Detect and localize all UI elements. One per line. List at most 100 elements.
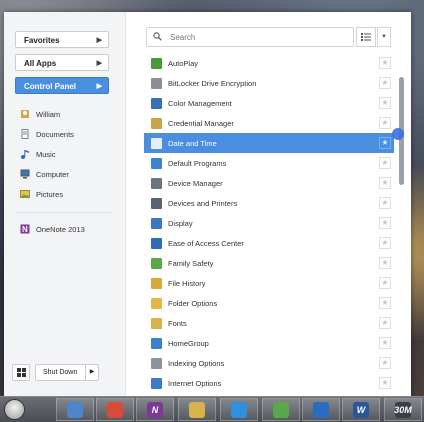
place-pictures[interactable]: Pictures	[20, 187, 63, 201]
pin-star-icon[interactable]: ★	[379, 177, 391, 189]
control-panel-item-icon	[151, 237, 162, 249]
computer-icon	[20, 169, 30, 179]
view-toggle-button[interactable]	[356, 27, 376, 47]
control-panel-item-icon	[151, 77, 162, 89]
control-panel-item[interactable]: Folder Options ★	[144, 293, 394, 313]
control-panel-button[interactable]: Control Panel ▶	[15, 77, 109, 94]
file-explorer-app[interactable]	[56, 398, 94, 421]
pin-star-icon[interactable]: ★	[379, 117, 391, 129]
control-panel-item-icon	[151, 97, 162, 109]
place-label: Music	[36, 149, 56, 159]
pinned-onenote[interactable]: N OneNote 2013	[20, 222, 85, 236]
chevron-right-icon[interactable]: ▶	[85, 365, 98, 380]
control-panel-item-label: File History	[168, 278, 206, 288]
control-panel-item-label: Fonts	[168, 318, 187, 328]
chevron-right-icon: ▶	[96, 37, 102, 44]
list-view-icon	[361, 28, 371, 46]
favorites-label: Favorites	[24, 36, 60, 45]
control-panel-item[interactable]: Family Safety ★	[144, 253, 394, 273]
control-panel-item[interactable]: Default Programs ★	[144, 153, 394, 173]
control-panel-item[interactable]: AutoPlay ★	[144, 53, 394, 73]
folder-icon	[189, 401, 205, 418]
onenote-icon: N	[147, 401, 163, 418]
control-panel-item-label: Ease of Access Center	[168, 238, 244, 248]
control-panel-item[interactable]: File History ★	[144, 273, 394, 293]
pin-star-icon[interactable]: ★	[379, 77, 391, 89]
tray-app[interactable]: 30M	[384, 398, 422, 421]
pin-star-icon[interactable]: ★	[379, 377, 391, 389]
control-panel-item-label: Folder Options	[168, 298, 218, 308]
control-panel-item[interactable]: Fonts ★	[144, 313, 394, 333]
search-input[interactable]	[168, 31, 342, 43]
control-panel-item-label: Indexing Options	[168, 358, 225, 368]
control-panel-item-label: BitLocker Drive Encryption	[168, 78, 257, 88]
control-panel-item-label: Internet Options	[168, 378, 222, 388]
photo-app[interactable]	[262, 398, 300, 421]
pin-star-icon[interactable]: ★	[379, 257, 391, 269]
windows-logo-icon	[16, 364, 26, 382]
control-panel-item[interactable]: Devices and Printers ★	[144, 193, 394, 213]
place-music[interactable]: Music	[20, 147, 56, 161]
divider	[16, 212, 112, 213]
control-panel-item[interactable]: Color Management ★	[144, 93, 394, 113]
control-panel-item-icon	[151, 117, 162, 129]
start-menu: Favorites ▶ All Apps ▶ Control Panel ▶ W…	[4, 12, 411, 396]
control-panel-item[interactable]: Display ★	[144, 213, 394, 233]
view-dropdown-button[interactable]: ▼	[377, 27, 391, 47]
control-panel-item[interactable]: Ease of Access Center ★	[144, 233, 394, 253]
pin-star-icon[interactable]: ★	[379, 317, 391, 329]
pin-star-icon[interactable]: ★	[379, 217, 391, 229]
place-label: William	[36, 109, 61, 119]
onenote-app[interactable]: N	[136, 398, 174, 421]
windows-button[interactable]	[12, 364, 30, 381]
pin-star-icon[interactable]: ★	[379, 237, 391, 249]
control-panel-item[interactable]: Internet Options ★	[144, 373, 394, 393]
internet-explorer-icon	[231, 401, 247, 418]
control-panel-item[interactable]: Date and Time ★	[144, 133, 394, 153]
pin-star-icon[interactable]: ★	[379, 277, 391, 289]
pin-star-icon[interactable]: ★	[379, 57, 391, 69]
media-icon	[313, 401, 329, 418]
control-panel-item-icon	[151, 197, 162, 209]
favorites-button[interactable]: Favorites ▶	[15, 31, 109, 48]
control-panel-item[interactable]: Credential Manager ★	[144, 113, 394, 133]
place-computer[interactable]: Computer	[20, 167, 69, 181]
chrome-app[interactable]	[96, 398, 134, 421]
control-panel-item[interactable]: BitLocker Drive Encryption ★	[144, 73, 394, 93]
all-apps-button[interactable]: All Apps ▶	[15, 54, 109, 71]
control-panel-item-icon	[151, 137, 162, 149]
taskbar-app-label: N	[151, 404, 159, 415]
control-panel-item[interactable]: Device Manager ★	[144, 173, 394, 193]
pin-star-icon[interactable]: ★	[379, 197, 391, 209]
chrome-icon	[107, 401, 123, 418]
pin-star-icon[interactable]: ★	[379, 297, 391, 309]
music-icon	[20, 149, 30, 159]
start-button[interactable]	[4, 399, 25, 420]
search-box[interactable]	[146, 27, 354, 47]
media-app[interactable]	[302, 398, 340, 421]
pin-star-icon[interactable]: ★	[379, 337, 391, 349]
control-panel-item-icon	[151, 337, 162, 349]
pin-star-icon[interactable]: ★	[379, 97, 391, 109]
word-app[interactable]: W	[342, 398, 380, 421]
shutdown-button[interactable]: Shut Down ▶	[35, 364, 99, 381]
cursor-highlight	[392, 128, 404, 140]
start-menu-left-pane: Favorites ▶ All Apps ▶ Control Panel ▶ W…	[4, 12, 126, 396]
control-panel-item-label: HomeGroup	[168, 338, 209, 348]
internet-explorer-app[interactable]	[220, 398, 258, 421]
all-apps-label: All Apps	[24, 59, 57, 68]
control-panel-item-label: Display	[168, 218, 193, 228]
control-panel-item-label: Devices and Printers	[168, 198, 238, 208]
control-panel-item[interactable]: HomeGroup ★	[144, 333, 394, 353]
folder-app[interactable]	[178, 398, 216, 421]
place-william[interactable]: William	[20, 107, 60, 121]
pin-star-icon[interactable]: ★	[379, 357, 391, 369]
chevron-right-icon: ▶	[96, 83, 102, 90]
pinned-label: OneNote 2013	[36, 224, 85, 234]
control-panel-item[interactable]: Indexing Options ★	[144, 353, 394, 373]
place-documents[interactable]: Documents	[20, 127, 74, 141]
scrollbar[interactable]	[399, 57, 405, 387]
tray-icon: 30M	[394, 401, 412, 418]
pin-star-icon[interactable]: ★	[379, 137, 391, 149]
pin-star-icon[interactable]: ★	[379, 157, 391, 169]
